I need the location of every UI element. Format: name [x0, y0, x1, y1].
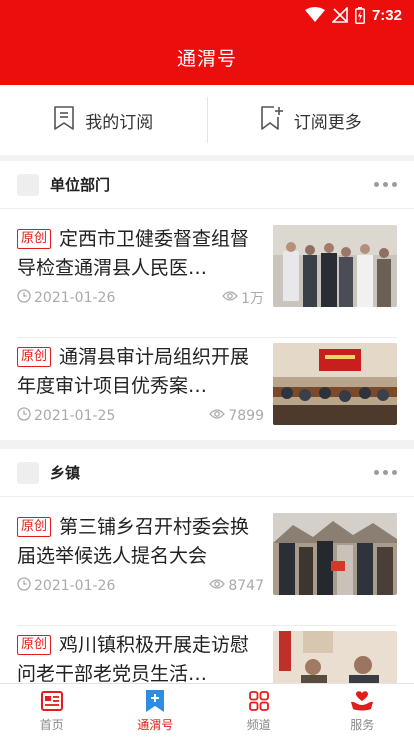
more-dots-icon[interactable]: [368, 464, 397, 481]
article-meta: 2021-01-26 8747: [17, 577, 264, 595]
page-title: 通渭号: [176, 48, 237, 70]
status-bar: 7:32: [0, 0, 414, 30]
my-subscriptions-button[interactable]: 我的订阅: [0, 85, 207, 155]
list-bookmark-icon: [53, 105, 75, 136]
article-item[interactable]: 原创 通渭县审计局组织开展年度审计项目优秀案… 2021-01-25 7899: [17, 343, 397, 433]
subscribe-more-label: 订阅更多: [293, 112, 362, 133]
article-date: 2021-01-26: [34, 578, 116, 594]
subscription-bar: 我的订阅 订阅更多: [0, 85, 414, 155]
battery-icon: [355, 6, 365, 24]
eye-icon: [209, 408, 226, 424]
article-date: 2021-01-26: [34, 290, 116, 306]
section-avatar: [17, 461, 39, 484]
article-views: 7899: [228, 408, 264, 424]
article-title: 定西市卫健委督查组督导检查通渭县人民医…: [17, 228, 250, 279]
original-tag: 原创: [17, 517, 52, 537]
original-tag: 原创: [17, 635, 52, 655]
nav-channels[interactable]: 频道: [207, 684, 311, 737]
article-views: 1万: [241, 291, 264, 307]
service-hands-icon: [350, 689, 374, 713]
article-views: 8747: [228, 578, 264, 594]
section-header[interactable]: 乡镇: [0, 449, 414, 497]
article-title-block: 原创 通渭县审计局组织开展年度审计项目优秀案…: [17, 343, 260, 401]
section-card: 乡镇 原创 第三铺乡召开村委会换届选举候选人提名大会 2021-01-26 874…: [0, 449, 414, 713]
clock-icon: [17, 577, 31, 595]
wifi-icon: [304, 7, 325, 23]
article-item[interactable]: 原创 第三铺乡召开村委会换届选举候选人提名大会 2021-01-26 8747: [17, 513, 397, 603]
item-divider: [17, 625, 397, 626]
article-title-block: 原创 第三铺乡召开村委会换届选举候选人提名大会: [17, 513, 260, 571]
clock-icon: [17, 289, 31, 307]
original-tag: 原创: [17, 229, 52, 249]
plus-bookmark-icon: [145, 689, 165, 713]
article-meta: 2021-01-25 7899: [17, 407, 264, 425]
nav-tongweihao[interactable]: 通渭号: [104, 684, 208, 737]
section-header[interactable]: 单位部门: [0, 161, 414, 209]
add-bookmark-icon: [260, 105, 284, 136]
section-avatar: [17, 173, 39, 196]
section-card: 单位部门 原创 定西市卫健委督查组督导检查通渭县人民医… 2021-01-26 1…: [0, 161, 414, 440]
clock-icon: [17, 407, 31, 425]
article-title: 第三铺乡召开村委会换届选举候选人提名大会: [17, 516, 250, 567]
article-date: 2021-01-25: [34, 408, 116, 424]
article-thumbnail: [273, 513, 397, 595]
nav-label: 服务: [350, 717, 375, 732]
article-title-block: 原创 鸡川镇积极开展走访慰问老干部老党员生活…: [17, 631, 260, 689]
original-tag: 原创: [17, 347, 52, 367]
bottom-nav: 首页 通渭号 频道 服务: [0, 683, 414, 737]
subscribe-more-button[interactable]: 订阅更多: [208, 85, 414, 155]
status-time: 7:32: [371, 6, 402, 24]
nav-home[interactable]: 首页: [0, 684, 104, 737]
nav-label: 首页: [39, 717, 64, 732]
grid-icon: [248, 689, 269, 713]
nav-services[interactable]: 服务: [311, 684, 414, 737]
header: 7:32 通渭号: [0, 0, 414, 85]
article-item[interactable]: 原创 定西市卫健委督查组督导检查通渭县人民医… 2021-01-26 1万: [17, 225, 397, 315]
eye-icon: [222, 290, 238, 306]
article-title-block: 原创 定西市卫健委督查组督导检查通渭县人民医…: [17, 225, 260, 283]
article-meta: 2021-01-26 1万: [17, 289, 264, 307]
newspaper-icon: [40, 689, 63, 713]
my-subscriptions-label: 我的订阅: [85, 112, 154, 133]
article-thumbnail: [273, 225, 397, 307]
article-title: 通渭县审计局组织开展年度审计项目优秀案…: [17, 346, 250, 397]
item-divider: [17, 337, 397, 338]
nav-label: 通渭号: [137, 717, 174, 732]
app-root: 7:32 通渭号 我的订阅 订阅更多 单位部门 原创 定西市卫健委督查组督导检查…: [0, 0, 414, 737]
signal-off-icon: [331, 7, 348, 23]
section-title: 乡镇: [50, 464, 81, 482]
more-dots-icon[interactable]: [368, 176, 397, 193]
article-thumbnail: [273, 343, 397, 425]
article-title: 鸡川镇积极开展走访慰问老干部老党员生活…: [17, 634, 250, 685]
nav-label: 频道: [246, 717, 271, 732]
section-title: 单位部门: [50, 176, 111, 194]
eye-icon: [209, 578, 226, 594]
